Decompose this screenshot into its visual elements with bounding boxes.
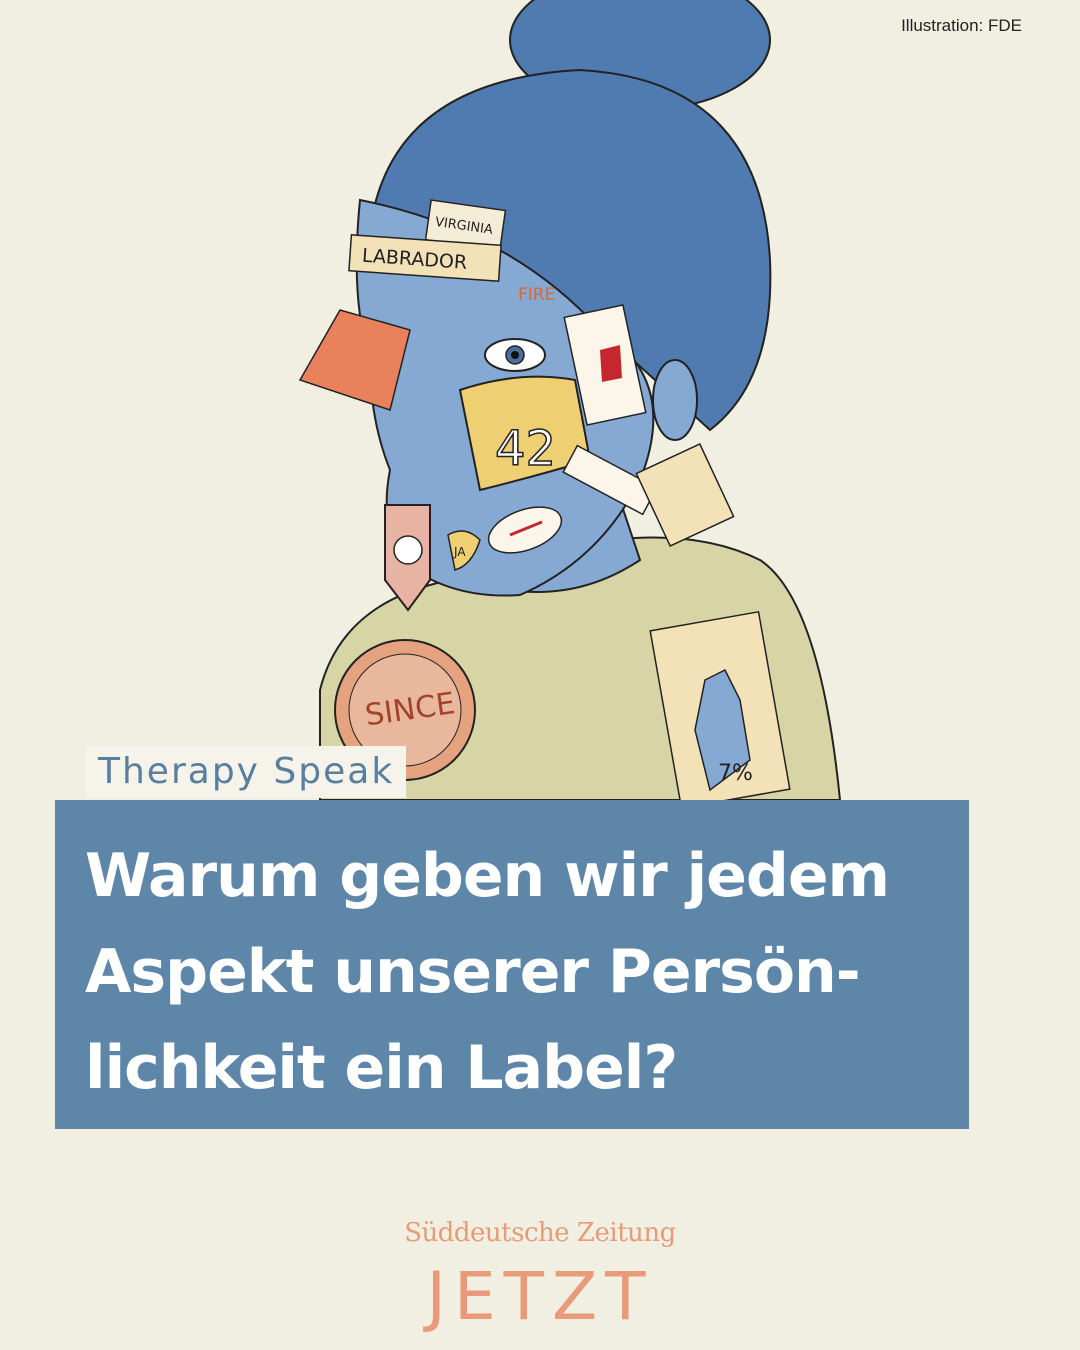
- sticker-fire: FIRE: [518, 285, 555, 305]
- illustration: VIRGINIA LABRADOR FIRE 42 JA SINCE 7%: [298, 0, 842, 800]
- svg-text:FIRE: FIRE: [518, 285, 555, 305]
- headline-line-3: lichkeit ein Label?: [85, 1033, 678, 1103]
- headline: Warum geben wir jedem Aspekt unserer Per…: [85, 828, 939, 1116]
- category-tag: Therapy Speak: [86, 746, 407, 798]
- svg-text:42: 42: [495, 421, 556, 477]
- brand-logo-jetzt: JETZT: [426, 1258, 654, 1335]
- svg-text:JA: JA: [453, 545, 466, 559]
- headline-line-1: Warum geben wir jedem: [85, 841, 890, 911]
- ear: [652, 359, 698, 441]
- svg-text:7%: 7%: [718, 761, 753, 786]
- sticker-circles: [635, 442, 735, 548]
- brand-publisher: Süddeutsche Zeitung: [404, 1218, 676, 1248]
- illustration-credit: Illustration: FDE: [901, 16, 1022, 35]
- headline-line-2: Aspekt unserer Persön-: [85, 937, 861, 1007]
- headline-box: Warum geben wir jedem Aspekt unserer Per…: [55, 800, 969, 1129]
- sticker-orange-crest: [298, 309, 411, 411]
